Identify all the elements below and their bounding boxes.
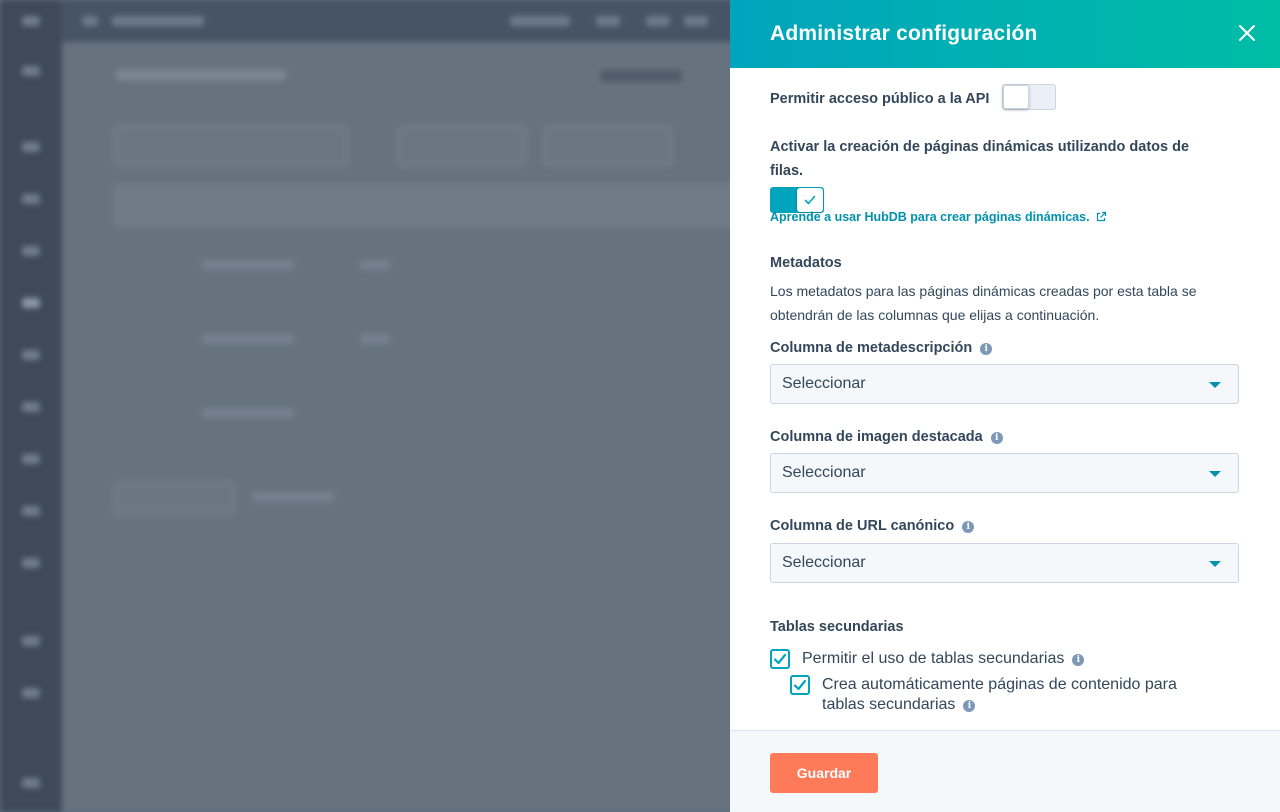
- info-icon[interactable]: i: [980, 343, 993, 355]
- checkbox-label-text: Permitir el uso de tablas secundarias: [802, 650, 1065, 667]
- settings-panel: Administrar configuración Permitir acces…: [730, 0, 1280, 812]
- chevron-down-icon: [1209, 561, 1221, 567]
- checkbox-label: Permitir el uso de tablas secundarias i: [802, 649, 1085, 669]
- featured-image-label: Columna de imagen destacada i: [770, 425, 1003, 449]
- checkbox-label-line2: tablas secundarias: [822, 696, 956, 713]
- background-sidebar: [0, 0, 62, 812]
- select-value: Seleccionar: [782, 375, 866, 392]
- chevron-down-icon: [1209, 382, 1221, 388]
- select-value: Seleccionar: [782, 464, 866, 481]
- auto-create-pages-checkbox[interactable]: [790, 675, 810, 695]
- featured-image-select[interactable]: Seleccionar: [770, 453, 1239, 493]
- field-label-text: Columna de URL canónico: [770, 518, 955, 534]
- metadata-heading: Metadatos: [770, 255, 842, 271]
- meta-description-label: Columna de metadescripción i: [770, 336, 993, 360]
- child-tables-heading: Tablas secundarias: [770, 619, 904, 635]
- public-api-label: Permitir acceso público a la API: [770, 91, 990, 107]
- select-value: Seleccionar: [782, 554, 866, 571]
- help-link-text: Aprende a usar HubDB para crear páginas …: [770, 210, 1090, 224]
- auto-create-pages-option: Crea automáticamente páginas de contenid…: [790, 675, 1177, 715]
- panel-footer: Guardar: [730, 730, 1280, 812]
- save-button[interactable]: Guardar: [770, 753, 878, 793]
- check-icon: [773, 653, 787, 665]
- close-icon: [1239, 25, 1255, 41]
- meta-description-select[interactable]: Seleccionar: [770, 364, 1239, 404]
- check-icon: [793, 679, 807, 691]
- panel-title: Administrar configuración: [770, 22, 1038, 45]
- metadata-description: Los metadatos para las páginas dinámicas…: [770, 283, 1197, 323]
- check-icon: [804, 195, 816, 205]
- canonical-url-label: Columna de URL canónico i: [770, 514, 975, 538]
- allow-child-tables-checkbox[interactable]: [770, 649, 790, 669]
- info-icon[interactable]: i: [1072, 654, 1085, 666]
- checkbox-label: Crea automáticamente páginas de contenid…: [822, 675, 1177, 715]
- checkbox-label-line1: Crea automáticamente páginas de contenid…: [822, 676, 1177, 693]
- close-button[interactable]: [1234, 20, 1260, 46]
- info-icon[interactable]: i: [962, 521, 975, 533]
- toggle-knob: [1003, 85, 1029, 109]
- toggle-knob: [797, 188, 823, 212]
- panel-header: Administrar configuración: [730, 0, 1280, 68]
- field-label-text: Columna de imagen destacada: [770, 429, 983, 445]
- info-icon[interactable]: i: [963, 700, 976, 712]
- field-label-text: Columna de metadescripción: [770, 340, 973, 356]
- dynamic-pages-label: Activar la creación de páginas dinámicas…: [770, 139, 1190, 179]
- hubdb-help-link[interactable]: Aprende a usar HubDB para crear páginas …: [770, 210, 1107, 224]
- public-api-toggle[interactable]: [1002, 84, 1056, 110]
- external-link-icon: [1096, 211, 1106, 222]
- info-icon[interactable]: i: [990, 432, 1003, 444]
- allow-child-tables-option: Permitir el uso de tablas secundarias i: [770, 649, 1085, 669]
- chevron-down-icon: [1209, 471, 1221, 477]
- canonical-url-select[interactable]: Seleccionar: [770, 543, 1239, 583]
